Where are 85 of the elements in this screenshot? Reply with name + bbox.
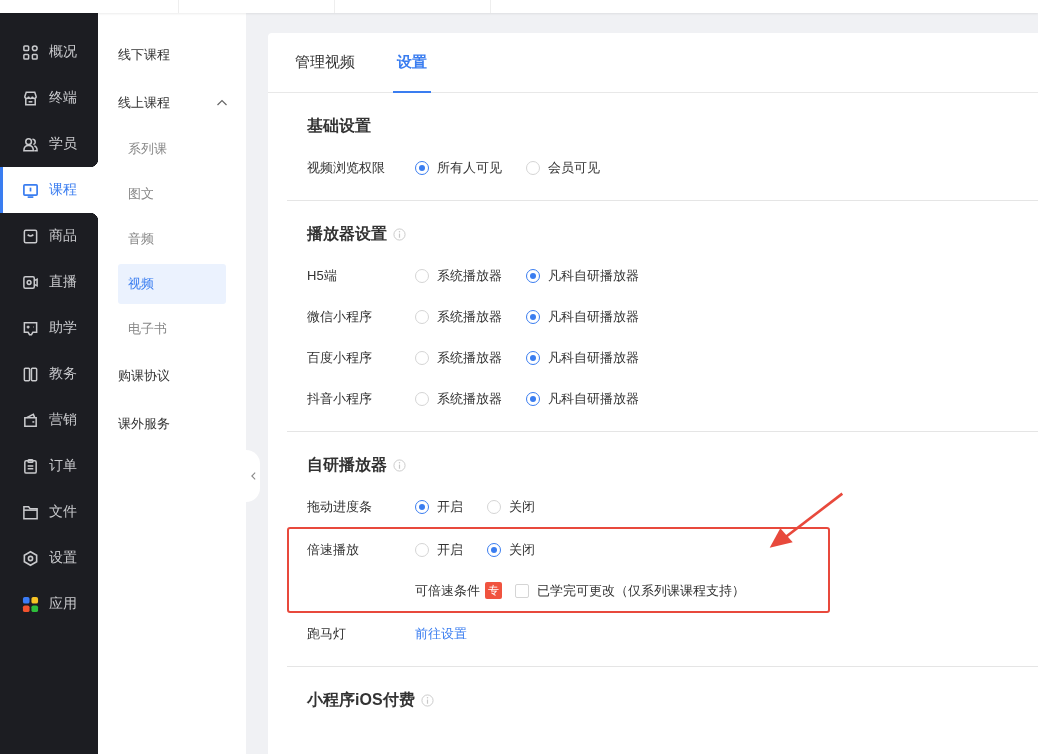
grid-icon	[22, 43, 39, 61]
condition-label: 可倍速条件	[415, 581, 480, 600]
nav-label: 订单	[49, 457, 77, 475]
apps-icon	[22, 595, 39, 613]
radio-option[interactable]: 凡科自研播放器	[526, 307, 639, 326]
nav-label: 设置	[49, 549, 77, 567]
row-label: 抖音小程序	[307, 389, 373, 408]
nav-label: 文件	[49, 503, 77, 521]
section-title: 自研播放器	[307, 454, 387, 475]
submenu-item[interactable]: 音频	[118, 219, 226, 259]
radio-option[interactable]: 系统播放器	[415, 307, 502, 326]
video-camera-icon	[22, 273, 39, 291]
nav-label: 概况	[49, 43, 77, 61]
radio-option[interactable]: 系统播放器	[415, 348, 502, 367]
wallet-icon	[22, 411, 39, 429]
radio-option[interactable]: 凡科自研播放器	[526, 348, 639, 367]
section-title: 播放器设置	[307, 223, 387, 244]
submenu-item[interactable]: 系列课	[118, 129, 226, 169]
tab[interactable]: 管理视频	[291, 33, 359, 93]
nav-item[interactable]: 学员	[0, 121, 98, 167]
nav-label: 直播	[49, 273, 77, 291]
clipboard-icon	[22, 457, 39, 475]
submenu-item[interactable]: 线下课程	[98, 31, 246, 79]
nav-item[interactable]: 设置	[0, 535, 98, 581]
nav-item[interactable]: 商品	[0, 213, 98, 259]
settings-link[interactable]: 前往设置	[415, 624, 467, 643]
tab[interactable]: 设置	[393, 33, 431, 93]
section-title: 基础设置	[307, 115, 371, 136]
radio-option[interactable]: 所有人可见	[415, 158, 502, 177]
radio-option[interactable]: 会员可见	[526, 158, 600, 177]
submenu-item[interactable]: 线上课程	[98, 79, 246, 127]
nav-item[interactable]: 订单	[0, 443, 98, 489]
checkbox[interactable]	[515, 583, 529, 598]
row-label: 拖动进度条	[307, 497, 373, 516]
radio-option[interactable]: 开启	[415, 540, 463, 559]
row-label: 百度小程序	[307, 348, 373, 367]
row-label: 微信小程序	[307, 307, 373, 326]
bag-icon	[22, 227, 39, 245]
nav-label: 学员	[49, 135, 77, 153]
nav-label: 教务	[49, 365, 77, 383]
course-icon	[22, 181, 39, 199]
gamepad-icon	[22, 319, 39, 337]
nav-item[interactable]: 应用	[0, 581, 98, 627]
chevron-left-icon	[249, 471, 257, 481]
nav-item[interactable]: 营销	[0, 397, 98, 443]
users-icon	[22, 135, 39, 153]
info-icon[interactable]	[393, 458, 406, 472]
nav-item[interactable]: 概况	[0, 29, 98, 75]
nav-label: 课程	[49, 181, 77, 199]
section-title: 小程序iOS付费	[307, 689, 415, 710]
submenu-item[interactable]: 视频	[118, 264, 226, 304]
nav-item[interactable]: 直播	[0, 259, 98, 305]
folder-icon	[22, 503, 39, 521]
nav-item[interactable]: 教务	[0, 351, 98, 397]
submenu-item[interactable]: 图文	[118, 174, 226, 214]
radio-option[interactable]: 凡科自研播放器	[526, 266, 639, 285]
submenu-item[interactable]: 购课协议	[98, 352, 246, 400]
nav-label: 营销	[49, 411, 77, 429]
row-label: 视频浏览权限	[307, 158, 386, 177]
info-icon[interactable]	[420, 693, 434, 707]
nav-item[interactable]: 终端	[0, 75, 98, 121]
nav-label: 商品	[49, 227, 77, 245]
columns-icon	[22, 365, 39, 383]
radio-option[interactable]: 凡科自研播放器	[526, 389, 639, 408]
submenu-item[interactable]: 课外服务	[98, 400, 246, 448]
nav-item[interactable]: 助学	[0, 305, 98, 351]
row-label: H5端	[307, 266, 338, 285]
nav-label: 助学	[49, 319, 77, 337]
row-label: 倍速播放	[307, 540, 360, 559]
radio-option[interactable]: 开启	[415, 497, 463, 516]
nav-label: 应用	[49, 595, 77, 613]
submenu-item[interactable]: 电子书	[118, 309, 226, 349]
storefront-icon	[22, 89, 39, 107]
radio-option[interactable]: 系统播放器	[415, 389, 502, 408]
row-label: 跑马灯	[307, 624, 347, 643]
radio-option[interactable]: 关闭	[487, 540, 535, 559]
collapse-handle[interactable]	[246, 450, 260, 502]
nav-item[interactable]: 文件	[0, 489, 98, 535]
radio-option[interactable]: 关闭	[487, 497, 535, 516]
hexagon-icon	[22, 549, 39, 567]
info-icon[interactable]	[393, 227, 406, 241]
checkbox-option[interactable]: 已学完可更改（仅系列课课程支持）	[515, 581, 745, 600]
nav-label: 终端	[49, 89, 77, 107]
radio-option[interactable]: 系统播放器	[415, 266, 502, 285]
pro-badge: 专	[485, 582, 502, 599]
